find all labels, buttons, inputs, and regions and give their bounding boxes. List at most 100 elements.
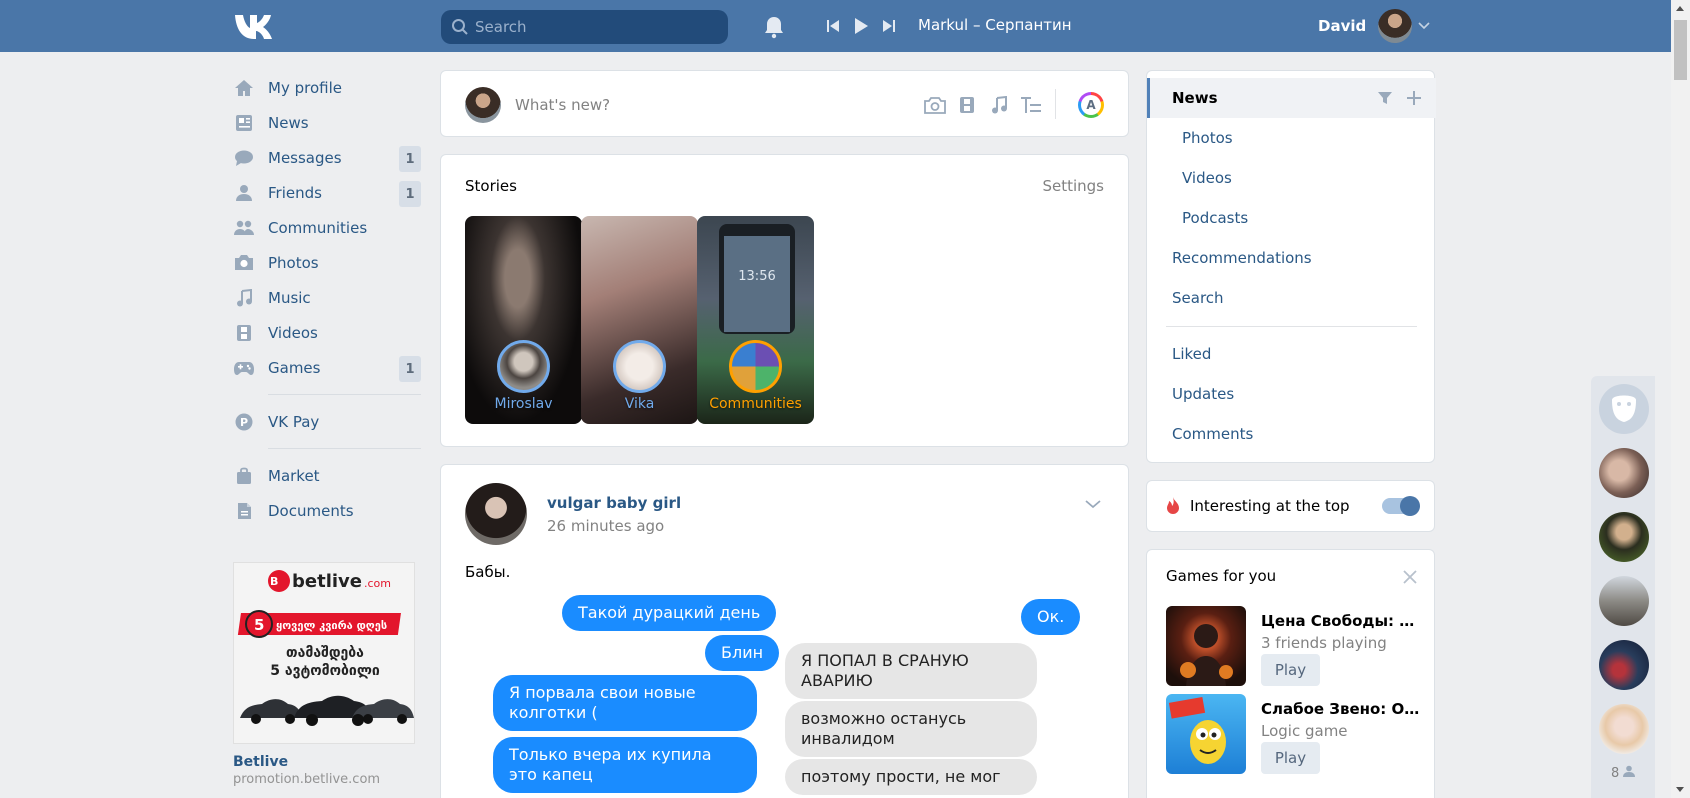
news-icon: [234, 113, 254, 133]
menu-item-updates[interactable]: Updates: [1147, 374, 1436, 414]
chat-bubble: поэтому прости, не мог: [785, 759, 1037, 795]
sidebar-item-photos[interactable]: Photos: [233, 245, 421, 280]
menu-item-label: Photos: [1182, 129, 1233, 147]
sidebar-item-label: Videos: [268, 323, 318, 342]
sidebar-item-label: Games: [268, 358, 321, 377]
menu-item-label: News: [1172, 89, 1218, 107]
ad-line-1: ყოველ კვირა დღეს: [276, 619, 387, 632]
prev-icon[interactable]: [822, 15, 844, 37]
story-card[interactable]: Miroslav: [465, 216, 582, 424]
author-avatar-icon[interactable]: A: [1078, 92, 1104, 118]
film-icon[interactable]: [955, 93, 979, 117]
scroll-down-arrow-icon[interactable]: [1676, 787, 1684, 792]
game-item[interactable]: Слабое Звено: Онлайн Logic game Play: [1166, 694, 1426, 774]
sidebar-item-videos[interactable]: Videos: [233, 315, 421, 350]
sidebar-item-market[interactable]: Market: [233, 458, 421, 493]
search-input[interactable]: [475, 10, 715, 44]
sidebar-item-communities[interactable]: Communities: [233, 210, 421, 245]
sidebar-item-label: VK Pay: [268, 412, 320, 431]
game-name[interactable]: Цена Свободы: Тайна Гаргульи: [1261, 612, 1421, 630]
communities-icon: [234, 218, 254, 238]
phone-time: 13:56: [738, 269, 775, 284]
avatar: [465, 87, 501, 123]
sidebar-item-vk-pay[interactable]: P VK Pay: [233, 404, 421, 439]
post-time[interactable]: 26 minutes ago: [547, 517, 664, 535]
stories-settings-link[interactable]: Settings: [1042, 177, 1104, 195]
vk-logo-icon[interactable]: [233, 12, 277, 40]
now-playing-track[interactable]: Markul – Серпантин: [918, 16, 1072, 34]
interesting-at-top-setting: Interesting at the top: [1146, 480, 1435, 532]
friend-avatar[interactable]: [1599, 448, 1649, 498]
bell-icon[interactable]: [762, 15, 786, 39]
user-menu[interactable]: David: [1318, 8, 1430, 44]
post-author[interactable]: vulgar baby girl: [547, 494, 681, 512]
friend-avatar[interactable]: [1599, 640, 1649, 690]
menu-item-label: Videos: [1182, 169, 1232, 187]
ad-image[interactable]: B betlive .com 5 ყოველ კვირა დღეს თამაშდ…: [233, 562, 415, 744]
menu-item-videos[interactable]: Videos: [1147, 158, 1436, 198]
game-subtitle: Logic game: [1261, 722, 1348, 740]
friend-avatar[interactable]: [1599, 576, 1649, 626]
filter-icon[interactable]: [1375, 88, 1395, 108]
story-name: Communities: [709, 396, 802, 412]
ad-title[interactable]: Betlive: [233, 754, 421, 770]
sidebar-item-label: Messages: [268, 148, 342, 167]
sidebar-item-news[interactable]: News: [233, 105, 421, 140]
play-button[interactable]: Play: [1261, 654, 1320, 686]
friend-avatar[interactable]: [1599, 704, 1649, 754]
menu-item-podcasts[interactable]: Podcasts: [1147, 198, 1436, 238]
menu-item-recommendations[interactable]: Recommendations: [1147, 238, 1436, 278]
scroll-up-arrow-icon[interactable]: [1676, 6, 1684, 11]
game-cover[interactable]: [1166, 694, 1246, 774]
menu-item-label: Comments: [1172, 425, 1254, 443]
game-cover[interactable]: [1166, 606, 1246, 686]
chevron-down-icon: [1418, 19, 1430, 34]
chat-bubble: Я порвала свои новые колготки (: [493, 675, 757, 731]
ghost-avatar-icon[interactable]: [1599, 384, 1649, 434]
chat-bubble: Я ПОПАЛ В СРАНУЮ АВАРИЮ: [785, 643, 1037, 699]
plus-icon[interactable]: [1404, 88, 1424, 108]
play-icon[interactable]: [850, 15, 872, 37]
sidebar-item-music[interactable]: Music: [233, 280, 421, 315]
interesting-toggle[interactable]: [1382, 496, 1420, 516]
next-icon[interactable]: [878, 15, 900, 37]
menu-item-comments[interactable]: Comments: [1147, 414, 1436, 454]
article-icon[interactable]: [1019, 93, 1043, 117]
music-icon: [234, 288, 254, 308]
music-icon[interactable]: [987, 93, 1011, 117]
sidebar-item-messages[interactable]: Messages 1: [233, 140, 421, 175]
game-item[interactable]: Цена Свободы: Тайна Гаргульи 3 friends p…: [1166, 606, 1426, 686]
sidebar-item-documents[interactable]: Documents: [233, 493, 421, 528]
story-card[interactable]: Vika: [581, 216, 698, 424]
play-button[interactable]: Play: [1261, 742, 1320, 774]
story-card[interactable]: 13:56 Communities: [697, 216, 814, 424]
divider: [268, 448, 421, 449]
sidebar-item-games[interactable]: Games 1: [233, 350, 421, 385]
chevron-down-icon[interactable]: [1084, 495, 1102, 513]
story-avatar: [497, 340, 550, 393]
sidebar-ad[interactable]: B betlive .com 5 ყოველ კვირა დღეს თამაშდ…: [233, 562, 421, 787]
sidebar-item-my-profile[interactable]: My profile: [233, 70, 421, 105]
camera-icon[interactable]: [923, 93, 947, 117]
page-scrollbar[interactable]: [1671, 0, 1690, 798]
ad-subtitle[interactable]: promotion.betlive.com: [233, 772, 421, 787]
online-friends-count[interactable]: 8: [1611, 765, 1636, 781]
sidebar-item-label: Music: [268, 288, 311, 307]
menu-item-liked[interactable]: Liked: [1147, 334, 1436, 374]
search-icon: [451, 18, 469, 36]
menu-item-search[interactable]: Search: [1147, 278, 1436, 318]
game-name[interactable]: Слабое Звено: Онлайн: [1261, 700, 1421, 718]
scroll-thumb[interactable]: [1674, 20, 1687, 80]
close-icon[interactable]: [1401, 568, 1419, 586]
friend-avatar[interactable]: [1599, 512, 1649, 562]
divider: [268, 394, 421, 395]
search-box[interactable]: [441, 10, 728, 44]
home-icon: [234, 78, 254, 98]
friends-count-badge: 1: [399, 181, 421, 207]
sidebar-item-friends[interactable]: Friends 1: [233, 175, 421, 210]
menu-item-label: Updates: [1172, 385, 1235, 403]
avatar[interactable]: [465, 483, 527, 545]
menu-item-photos[interactable]: Photos: [1147, 118, 1436, 158]
new-post-input[interactable]: [515, 90, 815, 120]
vkpay-icon: P: [234, 412, 254, 432]
